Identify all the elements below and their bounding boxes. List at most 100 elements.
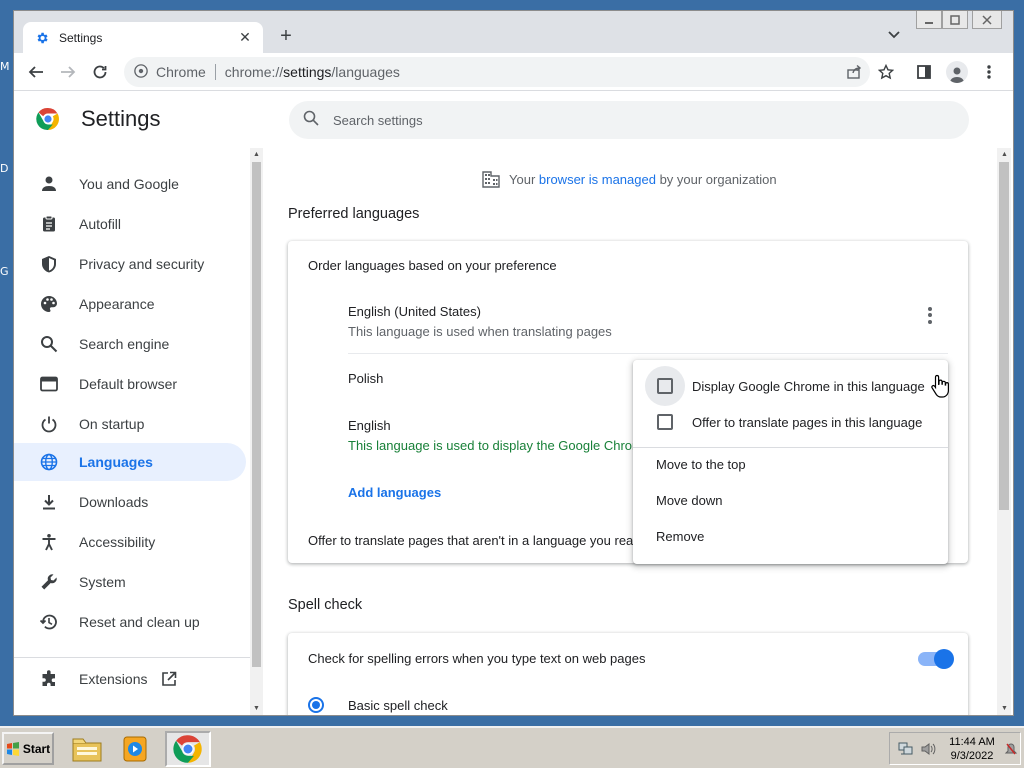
scroll-down-arrow-icon[interactable]: ▼ (252, 704, 261, 714)
sidebar-item-autofill[interactable]: Autofill (14, 205, 246, 243)
tab-settings[interactable]: Settings ✕ (23, 22, 263, 53)
taskbar: Start 11:44 AM 9/3/2022 (0, 726, 1024, 768)
chrome-site-icon (134, 63, 148, 81)
tab-title: Settings (59, 30, 103, 45)
language-name: Polish (348, 371, 384, 386)
sidebar-item-label: On startup (79, 416, 145, 432)
menu-item-move-to-top[interactable]: Move to the top (656, 457, 746, 472)
sidebar-scrollbar-thumb[interactable] (252, 162, 261, 667)
close-window-button[interactable] (972, 11, 1002, 29)
browser-window-icon (39, 374, 59, 394)
menu-item-display-chrome[interactable]: Display Google Chrome in this language (633, 366, 948, 406)
accessibility-icon (39, 532, 59, 552)
scroll-up-arrow-icon[interactable]: ▲ (252, 150, 261, 160)
sidebar-item-system[interactable]: System (14, 563, 246, 601)
wrench-icon (39, 572, 59, 592)
reload-button[interactable] (90, 62, 110, 82)
clock[interactable]: 11:44 AM 9/3/2022 (942, 735, 1002, 763)
sidebar-item-accessibility[interactable]: Accessibility (14, 523, 246, 561)
language-more-actions-button[interactable] (920, 305, 940, 325)
palette-icon (39, 294, 59, 314)
windows-flag-icon (6, 741, 20, 756)
chevron-down-icon[interactable] (886, 25, 902, 45)
search-input[interactable]: Search settings (289, 101, 969, 139)
sidebar-item-extensions[interactable]: Extensions (14, 660, 246, 698)
sidebar-item-languages[interactable]: Languages (14, 443, 246, 481)
language-name: English (United States) (348, 304, 481, 319)
share-icon[interactable] (846, 64, 862, 80)
desktop-icon-label-fragment: M (0, 60, 10, 73)
back-button[interactable] (26, 62, 46, 82)
power-icon (39, 414, 59, 434)
managed-link[interactable]: browser is managed (539, 172, 656, 187)
basic-spell-check-label: Basic spell check (348, 698, 448, 713)
sidebar-item-default-browser[interactable]: Default browser (14, 365, 246, 403)
language-note: This language is used to display the Goo… (348, 438, 643, 453)
sidebar-nav: You and Google Autofill Privacy and secu… (14, 148, 250, 715)
forward-button[interactable] (58, 62, 78, 82)
side-panel-icon[interactable] (914, 62, 934, 82)
close-tab-icon[interactable]: ✕ (237, 29, 253, 46)
add-languages-button[interactable]: Add languages (348, 485, 441, 500)
scroll-up-arrow-icon[interactable]: ▲ (1000, 150, 1009, 160)
address-bar[interactable]: Chrome chrome://settings/languages (124, 57, 894, 87)
settings-header: Settings Search settings (14, 92, 1013, 148)
chrome-taskbar-button[interactable] (165, 731, 211, 767)
sidebar-item-label: Downloads (79, 494, 149, 510)
sidebar-item-downloads[interactable]: Downloads (14, 483, 246, 521)
menu-item-offer-translate[interactable]: Offer to translate pages in this languag… (633, 404, 948, 440)
notification-icon[interactable] (1004, 741, 1018, 757)
sidebar-item-privacy-and-security[interactable]: Privacy and security (14, 245, 246, 283)
new-tab-button[interactable]: + (276, 26, 296, 46)
media-player-icon[interactable] (116, 731, 154, 767)
main-scrollbar[interactable]: ▲ ▼ (997, 148, 1011, 715)
sidebar-item-you-and-google[interactable]: You and Google (14, 165, 246, 203)
desktop-icon-label-fragment: G (0, 265, 9, 278)
system-tray: 11:44 AM 9/3/2022 (889, 732, 1021, 765)
shield-icon (39, 254, 59, 274)
sidebar-item-label: System (79, 574, 126, 590)
search-placeholder: Search settings (333, 112, 423, 128)
desktop-icon-label-fragment: D (0, 162, 9, 175)
browser-toolbar: Chrome chrome://settings/languages (14, 53, 1013, 91)
menu-item-label: Offer to translate pages in this languag… (692, 414, 923, 430)
sidebar-scrollbar[interactable]: ▲ ▼ (250, 148, 263, 715)
history-icon (39, 612, 59, 632)
spell-check-text: Check for spelling errors when you type … (308, 651, 646, 666)
address-separator (214, 64, 216, 80)
managed-notice: Your browser is managed by your organiza… (482, 170, 777, 188)
bookmark-star-icon[interactable] (878, 64, 894, 80)
main-scrollbar-thumb[interactable] (999, 162, 1009, 510)
start-button[interactable]: Start (2, 732, 54, 765)
hand-cursor-icon (931, 374, 949, 398)
file-explorer-icon[interactable] (68, 731, 106, 767)
scroll-down-arrow-icon[interactable]: ▼ (1000, 704, 1009, 714)
url-path: /languages (331, 64, 400, 80)
more-menu-icon[interactable] (979, 62, 999, 82)
sidebar-item-on-startup[interactable]: On startup (14, 405, 246, 443)
managed-prefix: Your (509, 171, 539, 187)
network-icon[interactable] (898, 741, 914, 757)
sidebar-item-reset-and-clean-up[interactable]: Reset and clean up (14, 603, 246, 641)
volume-icon[interactable] (920, 741, 936, 757)
display-chrome-checkbox[interactable] (645, 366, 685, 406)
order-languages-text: Order languages based on your preference (308, 258, 557, 273)
start-label: Start (22, 741, 51, 756)
basic-spell-check-radio[interactable] (308, 697, 324, 713)
sidebar-item-appearance[interactable]: Appearance (14, 285, 246, 323)
menu-item-move-down[interactable]: Move down (656, 493, 722, 508)
language-name: English (348, 418, 391, 433)
profile-avatar[interactable] (946, 61, 968, 83)
maximize-button[interactable] (942, 11, 968, 29)
menu-item-remove[interactable]: Remove (656, 529, 704, 544)
clipboard-icon (39, 214, 59, 234)
sidebar-item-search-engine[interactable]: Search engine (14, 325, 246, 363)
offer-translate-checkbox[interactable] (645, 402, 685, 442)
spell-check-toggle[interactable] (918, 649, 954, 669)
minimize-button[interactable] (916, 11, 942, 29)
sidebar-item-label: Languages (79, 454, 153, 470)
settings-page: Settings Search settings You and Google … (14, 92, 1013, 715)
menu-divider (633, 447, 948, 448)
chrome-logo-icon (36, 107, 60, 131)
person-icon (39, 174, 59, 194)
